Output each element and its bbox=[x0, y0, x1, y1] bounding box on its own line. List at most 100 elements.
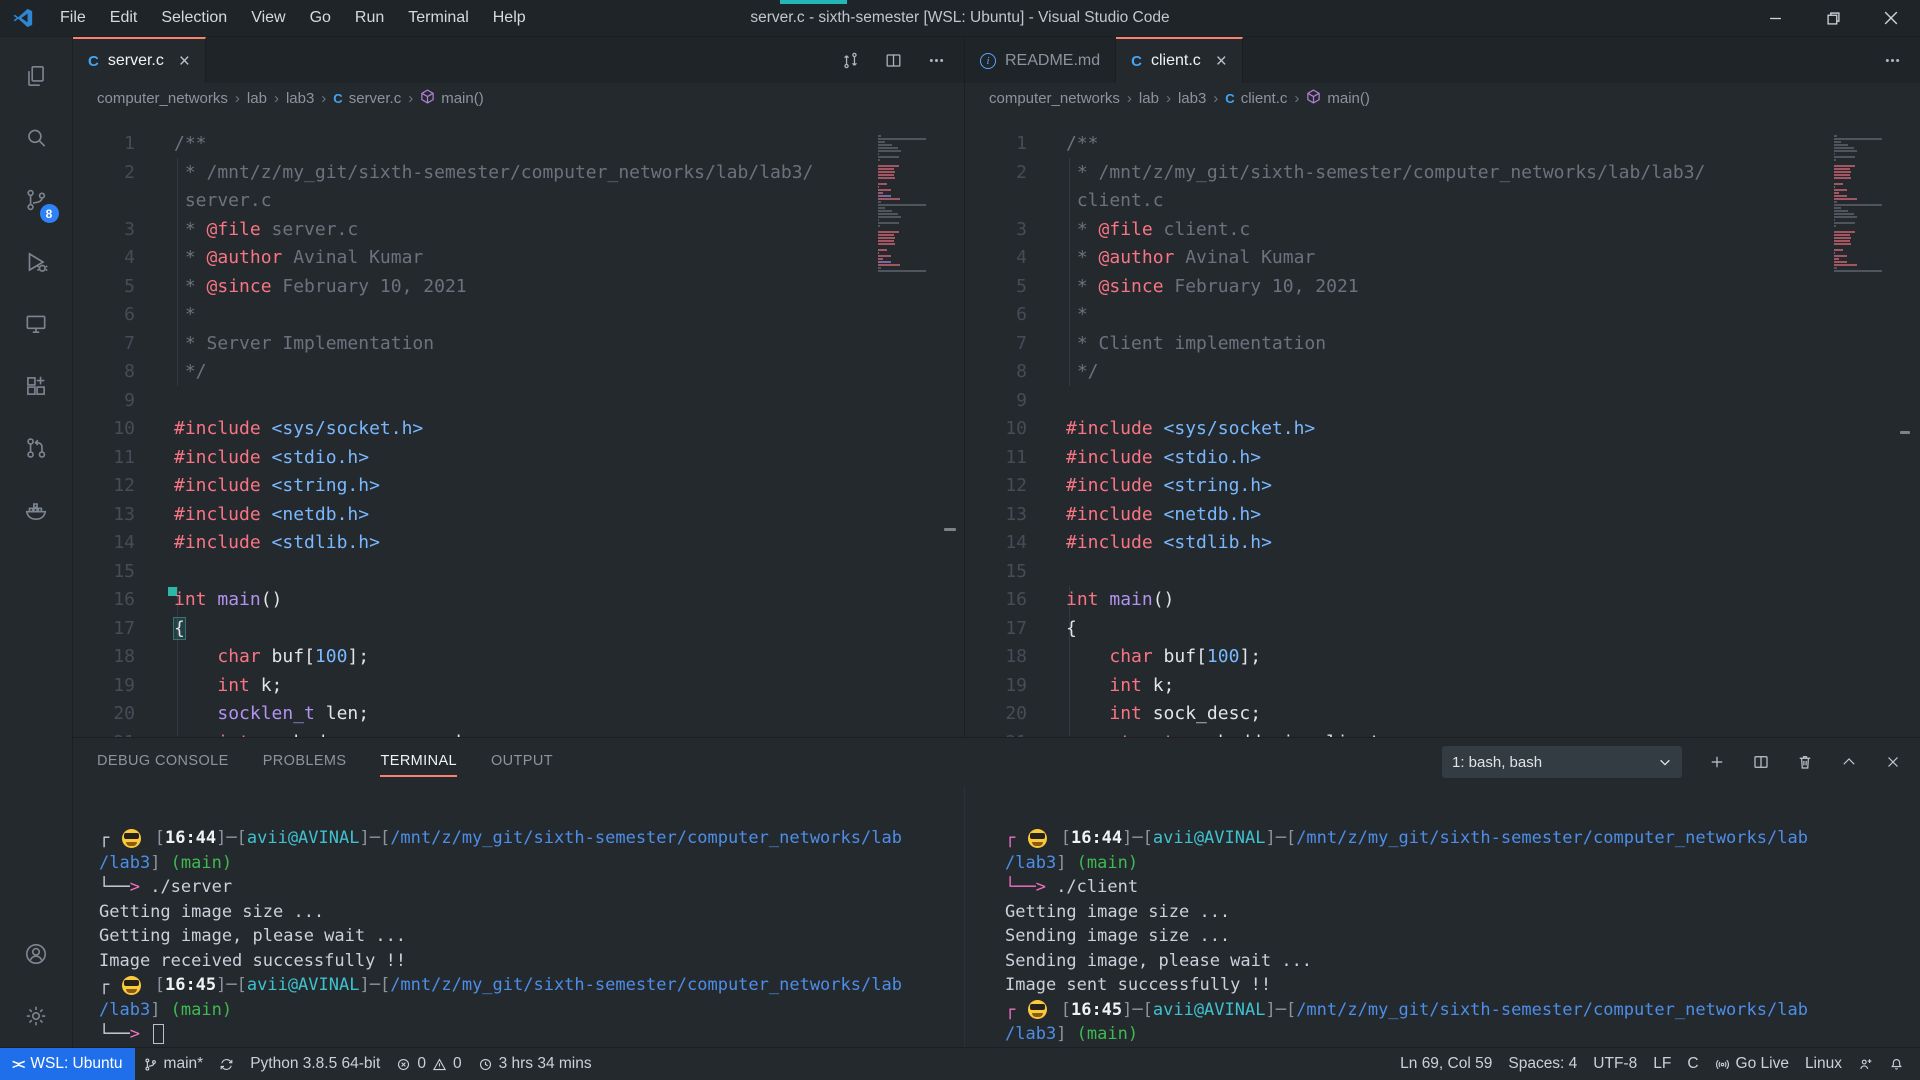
kill-terminal-icon[interactable] bbox=[1796, 753, 1814, 771]
code-line: 17{ bbox=[965, 615, 1920, 644]
git-branch[interactable]: main* bbox=[135, 1048, 212, 1080]
close-tab-icon[interactable]: × bbox=[179, 52, 190, 71]
open-changes-icon[interactable] bbox=[841, 51, 860, 70]
terminal-client[interactable]: ┌ [16:44]─[avii@AVINAL]─[/mnt/z/my_git/s… bbox=[964, 786, 1920, 1047]
c-file-icon: C bbox=[88, 53, 99, 70]
breadcrumb-item[interactable]: lab bbox=[1139, 90, 1159, 107]
split-editor-icon[interactable] bbox=[884, 51, 903, 70]
remote-indicator[interactable]: >< WSL: Ubuntu bbox=[0, 1048, 135, 1080]
menu-help[interactable]: Help bbox=[481, 0, 538, 36]
menu-go[interactable]: Go bbox=[298, 0, 343, 36]
code-line: 13#include <netdb.h> bbox=[965, 501, 1920, 530]
c-file-icon: C bbox=[1131, 53, 1142, 70]
sync-changes[interactable] bbox=[211, 1048, 242, 1080]
window-controls bbox=[1746, 0, 1920, 36]
breadcrumb-separator: › bbox=[321, 90, 326, 107]
symbol-method-icon bbox=[420, 89, 435, 108]
problems-status[interactable]: 0 0 bbox=[388, 1048, 469, 1080]
tab-server.c[interactable]: Cserver.c× bbox=[73, 37, 206, 83]
breadcrumb-item[interactable]: lab bbox=[247, 90, 267, 107]
c-file-icon: C bbox=[333, 91, 342, 106]
line-number: 12 bbox=[965, 472, 1027, 501]
encoding[interactable]: UTF-8 bbox=[1585, 1048, 1645, 1080]
terminal-server[interactable]: ┌ [16:44]─[avii@AVINAL]─[/mnt/z/my_git/s… bbox=[73, 786, 964, 1047]
restore-icon[interactable] bbox=[1804, 0, 1862, 36]
explorer-icon[interactable] bbox=[0, 45, 73, 107]
extensions-icon[interactable] bbox=[0, 355, 73, 417]
menu-edit[interactable]: Edit bbox=[98, 0, 150, 36]
terminal-picker-dropdown[interactable]: 1: bash, bash bbox=[1442, 746, 1682, 778]
code-line: 19 int k; bbox=[965, 672, 1920, 701]
panel-tab-terminal[interactable]: TERMINAL bbox=[380, 747, 457, 777]
code-line: 7 * Server Implementation bbox=[73, 330, 964, 359]
tab-bar-left: Cserver.c× bbox=[73, 37, 964, 83]
split-terminal-icon[interactable] bbox=[1752, 753, 1770, 771]
editor-area: Cserver.c× computer_networks›lab›lab3›Cs… bbox=[73, 37, 1920, 737]
time-tracker[interactable]: 3 hrs 34 mins bbox=[470, 1048, 600, 1080]
docker-icon[interactable] bbox=[0, 479, 73, 541]
code-editor-client[interactable]: 1/**2 * /mnt/z/my_git/sixth-semester/com… bbox=[965, 113, 1920, 737]
line-number: 5 bbox=[965, 273, 1027, 302]
close-tab-icon[interactable]: × bbox=[1216, 52, 1227, 71]
panel-tab-problems[interactable]: PROBLEMS bbox=[263, 747, 347, 777]
accounts-icon[interactable] bbox=[0, 923, 73, 985]
terminal-line: Sending image, please wait ... bbox=[1005, 949, 1920, 974]
close-panel-icon[interactable] bbox=[1884, 753, 1902, 771]
close-window-icon[interactable] bbox=[1862, 0, 1920, 36]
menu-selection[interactable]: Selection bbox=[149, 0, 239, 36]
breadcrumb-item[interactable]: lab3 bbox=[1178, 90, 1206, 107]
code-line: 4 * @author Avinal Kumar bbox=[73, 244, 964, 273]
more-actions-icon[interactable] bbox=[1883, 51, 1902, 70]
breadcrumb-separator: › bbox=[274, 90, 279, 107]
breadcrumb-item[interactable]: Cclient.c bbox=[1225, 90, 1287, 107]
maximize-panel-icon[interactable] bbox=[1840, 753, 1858, 771]
menu-view[interactable]: View bbox=[239, 0, 297, 36]
settings-gear-icon[interactable] bbox=[0, 985, 73, 1047]
menu-terminal[interactable]: Terminal bbox=[396, 0, 480, 36]
new-terminal-icon[interactable] bbox=[1708, 753, 1726, 771]
code-editor-server[interactable]: 1/**2 * /mnt/z/my_git/sixth-semester/com… bbox=[73, 113, 964, 737]
breadcrumb-item[interactable]: Cserver.c bbox=[333, 90, 401, 107]
menu-file[interactable]: File bbox=[48, 0, 98, 36]
breadcrumb-item[interactable]: main() bbox=[1306, 89, 1370, 108]
menu-bar: FileEditSelectionViewGoRunTerminalHelp bbox=[48, 0, 538, 36]
code-line: 3 * @file client.c bbox=[965, 216, 1920, 245]
code-line: 9 bbox=[965, 387, 1920, 416]
line-number: 12 bbox=[73, 472, 135, 501]
line-number: 11 bbox=[73, 444, 135, 473]
remote-explorer-icon[interactable] bbox=[0, 293, 73, 355]
line-number: 7 bbox=[965, 330, 1027, 359]
eol-sequence[interactable]: LF bbox=[1645, 1048, 1679, 1080]
go-live[interactable]: Go Live bbox=[1707, 1048, 1797, 1080]
vscode-logo-icon bbox=[12, 7, 34, 29]
menu-run[interactable]: Run bbox=[343, 0, 396, 36]
cool-emoji bbox=[1028, 1000, 1047, 1019]
cursor-position[interactable]: Ln 69, Col 59 bbox=[1392, 1048, 1500, 1080]
run-debug-icon[interactable] bbox=[0, 231, 73, 293]
breadcrumb-separator: › bbox=[1213, 90, 1218, 107]
scm-badge: 8 bbox=[40, 204, 59, 223]
tab-README.md[interactable]: iREADME.md bbox=[965, 37, 1116, 83]
panel-tab-debug-console[interactable]: DEBUG CONSOLE bbox=[97, 747, 229, 777]
python-interpreter[interactable]: Python 3.8.5 64-bit bbox=[242, 1048, 388, 1080]
more-actions-icon[interactable] bbox=[927, 51, 946, 70]
feedback[interactable] bbox=[1850, 1048, 1881, 1080]
tab-client.c[interactable]: Cclient.c× bbox=[1116, 37, 1243, 83]
breadcrumb-item[interactable]: lab3 bbox=[286, 90, 314, 107]
os-indicator[interactable]: Linux bbox=[1797, 1048, 1850, 1080]
breadcrumb-item[interactable]: main() bbox=[420, 89, 484, 108]
search-icon[interactable] bbox=[0, 107, 73, 169]
breadcrumb-item[interactable]: computer_networks bbox=[989, 90, 1120, 107]
github-pr-icon[interactable] bbox=[0, 417, 73, 479]
line-number: 16 bbox=[73, 586, 135, 615]
indentation[interactable]: Spaces: 4 bbox=[1500, 1048, 1585, 1080]
source-control-icon[interactable]: 8 bbox=[0, 169, 73, 231]
code-line: 19 int k; bbox=[73, 672, 964, 701]
language-mode[interactable]: C bbox=[1679, 1048, 1706, 1080]
code-line: 12#include <string.h> bbox=[965, 472, 1920, 501]
breadcrumb-item[interactable]: computer_networks bbox=[97, 90, 228, 107]
code-line: 1/** bbox=[965, 130, 1920, 159]
notifications[interactable] bbox=[1881, 1048, 1912, 1080]
panel-tab-output[interactable]: OUTPUT bbox=[491, 747, 553, 777]
minimize-icon[interactable] bbox=[1746, 0, 1804, 36]
